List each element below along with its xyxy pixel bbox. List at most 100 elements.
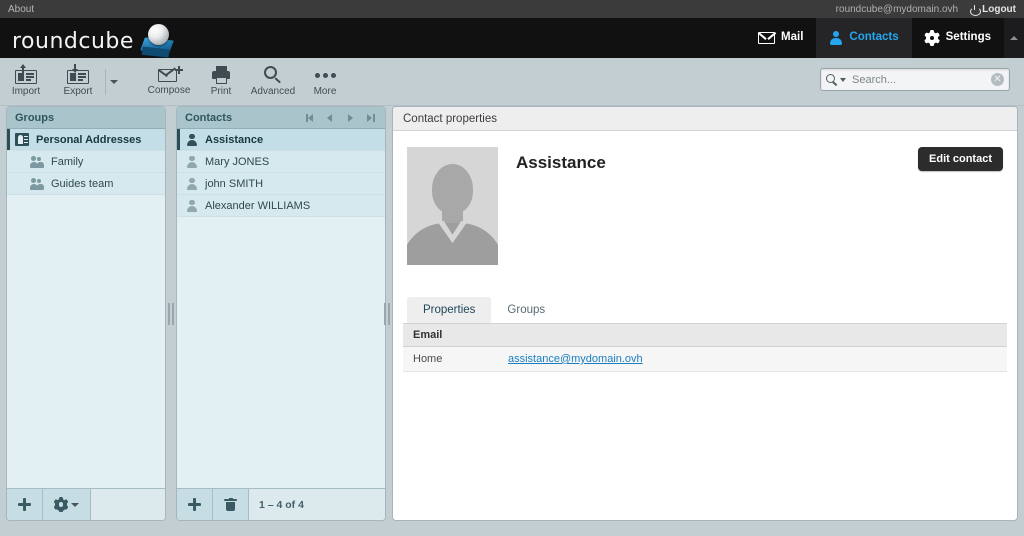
contact-name-label: Alexander WILLIAMS [205,200,310,212]
export-dropdown-button[interactable] [107,59,121,105]
contact-row-alexander-williams[interactable]: Alexander WILLIAMS [177,195,385,217]
add-group-button[interactable] [7,489,43,520]
groups-panel-header: Groups [7,107,165,129]
addressbook-icon [15,133,29,146]
current-user-email: roundcube@mydomain.ovh [836,4,958,15]
logout-label: Logout [982,4,1016,15]
compose-button[interactable]: Compose [143,59,195,105]
advanced-search-button[interactable]: Advanced [247,59,299,105]
printer-icon [212,66,230,84]
contact-icon [185,155,198,168]
cube-logo-icon [138,22,178,56]
app-header: roundcube Mail Contacts Settings [0,18,1024,58]
contact-row-john-smith[interactable]: john SMITH [177,173,385,195]
envelope-icon [758,32,775,44]
export-label: Export [64,86,93,97]
export-icon [67,66,89,84]
splitter-groups-contacts[interactable] [166,106,176,521]
previous-page-button[interactable] [326,113,335,122]
contact-icon [185,177,198,190]
chevron-up-icon [1010,36,1018,40]
more-button[interactable]: More [299,59,351,105]
group-label: Personal Addresses [36,134,141,146]
tab-properties[interactable]: Properties [407,297,491,323]
search-icon [826,74,838,86]
advanced-label: Advanced [251,86,295,97]
email-link[interactable]: assistance@mydomain.ovh [508,353,643,365]
group-label: Family [51,156,83,168]
contact-properties-table: Email Home assistance@mydomain.ovh [403,323,1007,372]
import-label: Import [12,86,40,97]
roundcube-logo: roundcube [0,22,178,54]
task-settings[interactable]: Settings [912,18,1004,58]
section-header-email: Email [403,323,1007,347]
add-contact-button[interactable] [177,489,213,520]
plus-icon [18,498,31,511]
import-button[interactable]: Import [0,59,52,105]
print-button[interactable]: Print [195,59,247,105]
contact-name-label: Mary JONES [205,156,269,168]
email-value: assistance@mydomain.ovh [508,353,643,365]
delete-contact-button[interactable] [213,489,249,520]
edit-contact-button[interactable]: Edit contact [918,147,1003,171]
chevron-down-icon [110,80,118,84]
trash-icon [224,498,237,512]
about-bar-right: roundcube@mydomain.ovh Logout [836,4,1016,15]
group-label: Guides team [51,178,113,190]
search-box[interactable]: Search... ✕ [820,68,1010,91]
contacts-panel: Contacts Assistance Mary JONES john SMIT… [176,106,386,521]
contacts-list: Assistance Mary JONES john SMITH Alexand… [177,129,385,488]
email-type-label: Home [413,353,508,365]
task-navigation: Mail Contacts Settings [745,18,1024,58]
last-page-button[interactable] [366,113,375,122]
task-settings-label: Settings [946,32,991,44]
chevron-down-icon [71,503,79,507]
groups-title: Groups [15,112,54,124]
contacts-footer-toolbar: 1 – 4 of 4 [177,488,385,520]
about-bar: About roundcube@mydomain.ovh Logout [0,0,1024,18]
import-icon [15,66,37,84]
splitter-contacts-content[interactable] [382,106,392,521]
group-item-guides-team[interactable]: Guides team [7,173,165,195]
search-input[interactable]: Search... [852,74,991,86]
contacts-count-label: 1 – 4 of 4 [259,499,304,511]
contacts-count-area: 1 – 4 of 4 [249,489,385,520]
contact-row-mary-jones[interactable]: Mary JONES [177,151,385,173]
logout-button[interactable]: Logout [970,4,1016,15]
group-item-personal-addresses[interactable]: Personal Addresses [7,129,165,151]
contact-icon [185,133,198,146]
search-scope-chevron-icon[interactable] [840,78,846,82]
compose-icon [158,67,180,83]
gear-icon [925,31,940,46]
splitter-grip-icon [168,303,174,325]
power-icon [970,5,979,14]
group-icon [29,155,44,168]
collapse-taskbar-button[interactable] [1004,18,1024,58]
about-link[interactable]: About [8,4,34,15]
group-item-family[interactable]: Family [7,151,165,173]
logo-text: roundcube [12,29,134,54]
contact-name-label: Assistance [205,134,263,146]
group-options-button[interactable] [43,489,91,520]
contact-display-name: Assistance [516,153,606,265]
main-area: Groups Personal Addresses Family [0,106,1024,536]
task-mail[interactable]: Mail [745,18,816,58]
content-header: Contact properties [393,107,1017,131]
task-mail-label: Mail [781,32,803,44]
more-label: More [314,86,337,97]
table-row: Home assistance@mydomain.ovh [403,347,1007,372]
task-contacts[interactable]: Contacts [816,18,911,58]
group-icon [29,177,44,190]
next-page-button[interactable] [346,113,355,122]
magnifier-icon [264,66,282,84]
contact-row-assistance[interactable]: Assistance [177,129,385,151]
search-clear-icon[interactable]: ✕ [991,73,1004,86]
tab-groups[interactable]: Groups [491,297,561,323]
contact-summary: Assistance Edit contact [393,131,1017,265]
gear-icon [54,498,68,512]
export-button[interactable]: Export [52,59,104,105]
first-page-button[interactable] [306,113,315,122]
groups-panel: Groups Personal Addresses Family [6,106,166,521]
contact-details: Assistance Edit contact Properties Group… [393,131,1017,520]
contacts-title: Contacts [185,112,232,124]
